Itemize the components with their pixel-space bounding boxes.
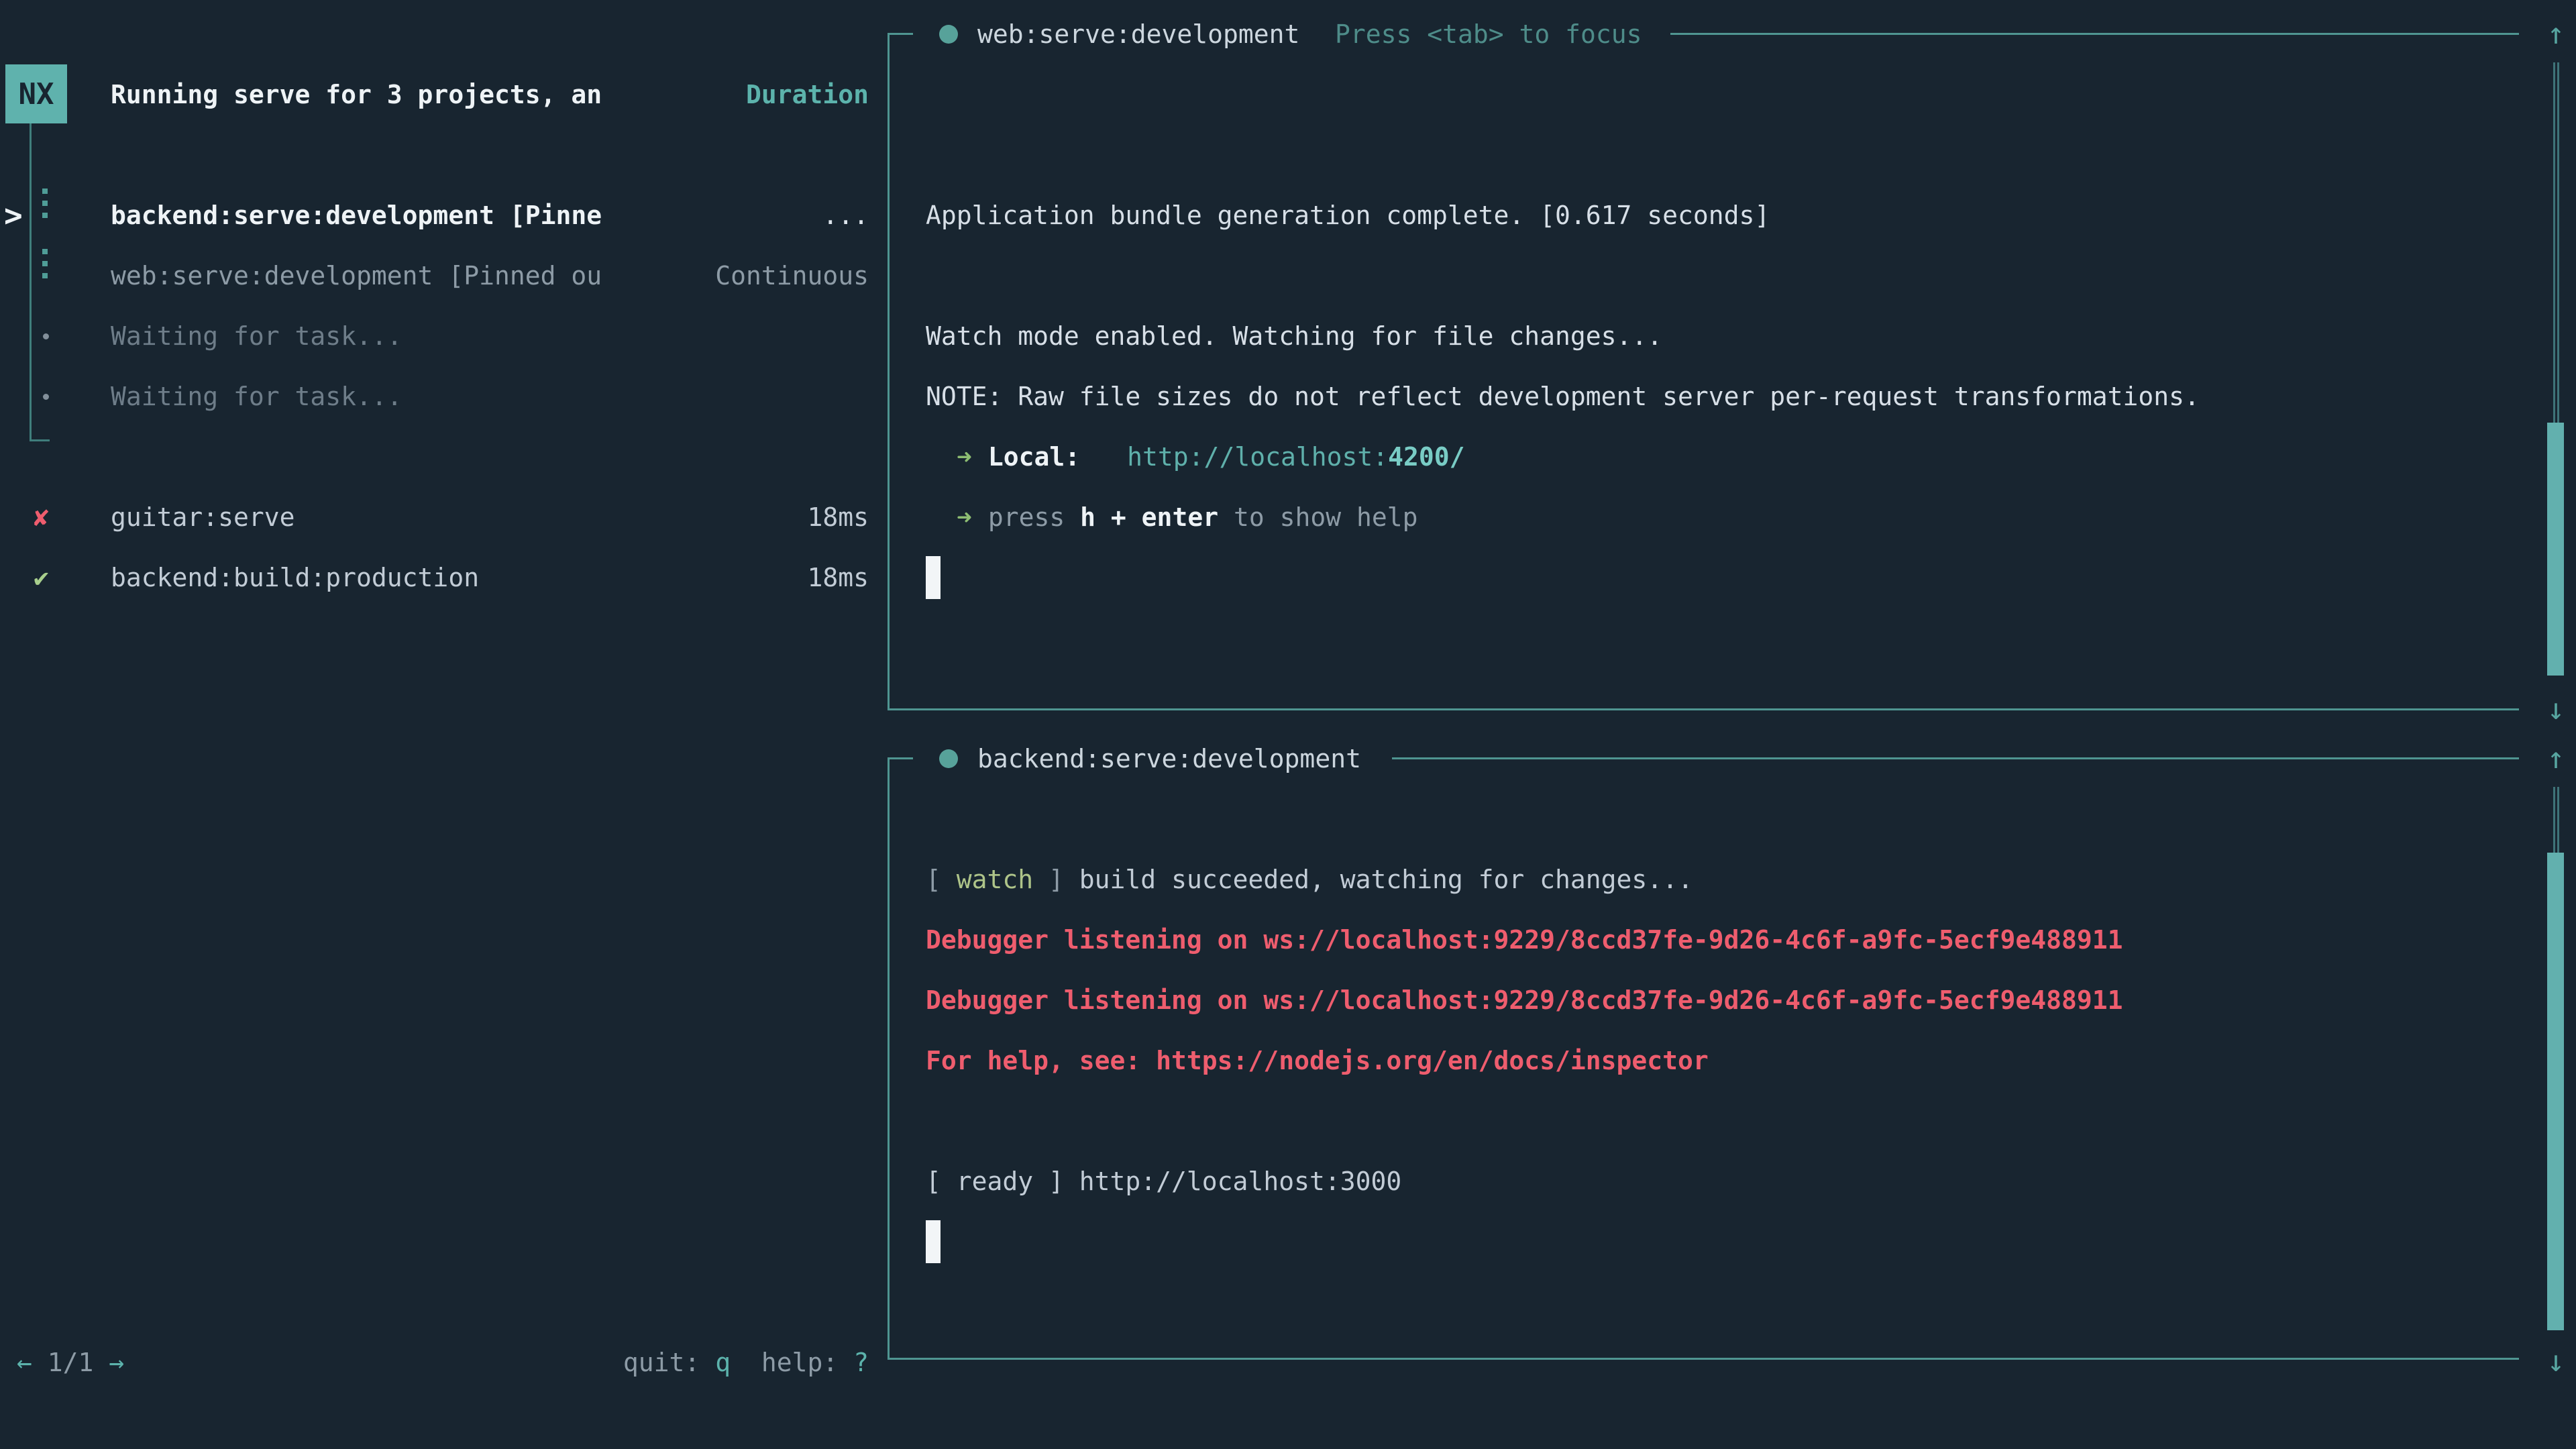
pager-page-indicator	[32, 1348, 48, 1377]
terminal-line-ready: [ ready ] http://localhost:3000	[926, 1151, 1401, 1212]
task-success-icon: ✔	[34, 547, 49, 608]
help-keys: h + enter	[1080, 502, 1218, 532]
pane-border	[1670, 33, 2519, 35]
local-label: Local:	[988, 442, 1080, 472]
terminal-line-watch: [ watch ] build succeeded, watching for …	[926, 849, 1693, 910]
pane-backend-serve-title[interactable]: backend:serve:development	[977, 729, 1361, 789]
terminal-line: Watch mode enabled. Watching for file ch…	[926, 306, 1662, 366]
keybinding-hints: quit: q help: ?	[623, 1332, 869, 1393]
help-pre: press	[988, 502, 1080, 532]
arrow-icon: ➜	[957, 442, 972, 472]
pane-focus-hint: Press <tab> to focus	[1335, 4, 1642, 64]
task-sidebar: NX Running serve for 3 projects, an Dura…	[0, 0, 892, 1449]
duration-column-header: Duration	[746, 64, 869, 125]
terminal-line: NOTE: Raw file sizes do not reflect deve…	[926, 366, 2200, 427]
pending-dot-icon	[43, 333, 49, 339]
task-guitar-serve-duration: 18ms	[807, 487, 869, 547]
quit-key: q	[715, 1348, 731, 1377]
running-indicator-icon	[42, 246, 48, 278]
task-row-waiting-1[interactable]: Waiting for task...	[111, 306, 402, 366]
running-indicator-icon	[42, 185, 48, 218]
pane-border	[888, 33, 913, 35]
terminal-line-debugger: Debugger listening on ws://localhost:922…	[926, 910, 2123, 970]
task-failed-icon: ✘	[34, 487, 49, 547]
terminal-line-help-hint: ➜ press h + enter to show help	[926, 487, 1418, 547]
pane-border	[888, 757, 890, 1360]
task-tree-corner	[30, 439, 50, 441]
scrollbar-track[interactable]	[2553, 62, 2559, 423]
sidebar-header-title: Running serve for 3 projects, an	[111, 64, 602, 125]
help-hint-label: help:	[731, 1348, 853, 1377]
scroll-up-icon[interactable]: ↑	[2540, 4, 2572, 64]
pane-status-dot-icon	[939, 749, 958, 768]
scrollbar-thumb[interactable]	[2547, 853, 2564, 1330]
nx-tui-screen: NX Running serve for 3 projects, an Dura…	[0, 0, 2576, 1449]
pane-border	[888, 1358, 2519, 1360]
terminal-line-inspector: For help, see: https://nodejs.org/en/doc…	[926, 1030, 1709, 1091]
watch-tag: watch	[957, 865, 1033, 894]
task-row-waiting-2[interactable]: Waiting for task...	[111, 366, 402, 427]
pager-page: 1/1	[48, 1348, 94, 1377]
task-row-backend-build[interactable]: backend:build:production	[111, 547, 479, 608]
terminal-cursor	[926, 1220, 941, 1263]
selected-task-caret: >	[4, 185, 23, 246]
pager-next-icon[interactable]: →	[109, 1348, 124, 1377]
scroll-down-icon[interactable]: ↓	[2540, 1332, 2572, 1392]
pane-web-serve-title[interactable]: web:serve:development	[977, 4, 1299, 64]
terminal-line-local-url: ➜ Local: http://localhost:4200/	[926, 427, 1465, 487]
nx-logo: NX	[5, 64, 67, 123]
pager-prev-icon[interactable]: ←	[17, 1348, 32, 1377]
scroll-up-icon[interactable]: ↑	[2540, 729, 2572, 789]
terminal-line: Application bundle generation complete. …	[926, 185, 1770, 246]
task-web-serve-status: Continuous	[715, 246, 869, 306]
task-row-guitar-serve[interactable]: guitar:serve	[111, 487, 295, 547]
scrollbar-thumb[interactable]	[2547, 423, 2564, 676]
pane-border	[1392, 757, 2519, 759]
pending-dot-icon	[43, 394, 49, 400]
watch-message: build succeeded, watching for changes...	[1064, 865, 1693, 894]
local-url[interactable]: http://localhost:	[1127, 442, 1388, 472]
task-backend-build-duration: 18ms	[807, 547, 869, 608]
pane-status-dot-icon	[939, 25, 958, 44]
pane-border	[888, 33, 890, 710]
help-post: to show help	[1218, 502, 1417, 532]
task-row-backend-serve[interactable]: backend:serve:development [Pinne	[111, 185, 602, 246]
scrollbar-track[interactable]	[2553, 787, 2559, 853]
task-row-web-serve[interactable]: web:serve:development [Pinned ou	[111, 246, 602, 306]
arrow-icon: ➜	[957, 502, 972, 532]
pane-border	[888, 708, 2519, 710]
local-url-port[interactable]: 4200/	[1388, 442, 1464, 472]
task-tree-line	[30, 123, 32, 441]
bracket-close: ]	[1033, 865, 1064, 894]
task-backend-serve-status: ...	[822, 185, 869, 246]
quit-hint-label: quit:	[623, 1348, 715, 1377]
pane-border	[888, 757, 913, 759]
pager: ← 1/1 →	[17, 1332, 124, 1393]
terminal-cursor	[926, 556, 941, 599]
terminal-line-debugger: Debugger listening on ws://localhost:922…	[926, 970, 2123, 1030]
help-key: ?	[853, 1348, 869, 1377]
bracket-open: [	[926, 865, 957, 894]
